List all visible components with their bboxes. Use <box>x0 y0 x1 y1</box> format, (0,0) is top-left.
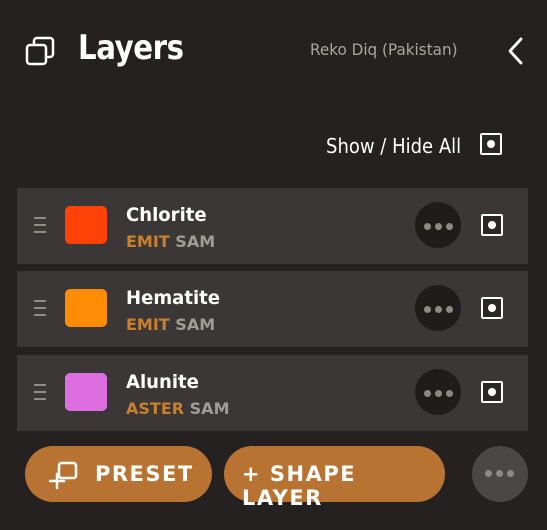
layer-visibility-checkbox[interactable] <box>481 297 503 319</box>
show-hide-all-label: Show / Hide All <box>325 134 461 158</box>
more-dots-icon <box>485 470 492 477</box>
layer-visibility-checkbox[interactable] <box>481 381 503 403</box>
layers-icon <box>25 36 55 66</box>
layer-more-button[interactable] <box>415 202 461 248</box>
drag-handle-icon[interactable] <box>34 384 46 402</box>
panel-header: Layers Reko Diq (Pakistan) <box>0 0 547 100</box>
layer-method: SAM <box>175 232 216 251</box>
location-label: Reko Diq (Pakistan) <box>310 40 458 59</box>
preset-button[interactable]: PRESET <box>25 446 212 502</box>
layer-color-swatch[interactable] <box>65 373 107 411</box>
add-shape-layer-button[interactable]: + SHAPE LAYER <box>224 446 445 510</box>
preset-button-label: PRESET <box>95 462 194 486</box>
layer-more-button[interactable] <box>415 369 461 415</box>
more-options-button[interactable] <box>472 446 528 502</box>
layer-visibility-checkbox[interactable] <box>481 214 503 236</box>
more-dots-icon <box>424 306 431 313</box>
more-dots-icon <box>424 223 431 230</box>
layer-sensor: ASTER <box>126 399 185 418</box>
layer-name: Hematite <box>126 287 221 309</box>
layer-source: ASTER SAM <box>126 399 229 418</box>
chevron-left-icon[interactable] <box>505 36 527 66</box>
layer-color-swatch[interactable] <box>65 289 107 327</box>
drag-handle-icon[interactable] <box>34 300 46 318</box>
layer-sensor: EMIT <box>126 315 170 334</box>
page-title: Layers <box>78 28 184 68</box>
layer-method: SAM <box>175 315 216 334</box>
layer-name: Chlorite <box>126 204 207 226</box>
show-hide-all-checkbox[interactable] <box>480 133 502 155</box>
layer-row-chlorite[interactable]: Chlorite EMIT SAM <box>17 188 528 264</box>
layer-source: EMIT SAM <box>126 232 215 251</box>
layer-more-button[interactable] <box>415 285 461 331</box>
add-preset-icon <box>48 461 78 490</box>
more-dots-icon <box>424 390 431 397</box>
layer-row-alunite[interactable]: Alunite ASTER SAM <box>17 355 528 431</box>
layer-sensor: EMIT <box>126 232 170 251</box>
layer-name: Alunite <box>126 371 199 393</box>
layer-source: EMIT SAM <box>126 315 215 334</box>
layer-color-swatch[interactable] <box>65 206 107 244</box>
drag-handle-icon[interactable] <box>34 217 46 235</box>
layer-method: SAM <box>189 399 230 418</box>
layer-row-hematite[interactable]: Hematite EMIT SAM <box>17 271 528 347</box>
shape-layer-button-label: + SHAPE LAYER <box>242 462 357 510</box>
